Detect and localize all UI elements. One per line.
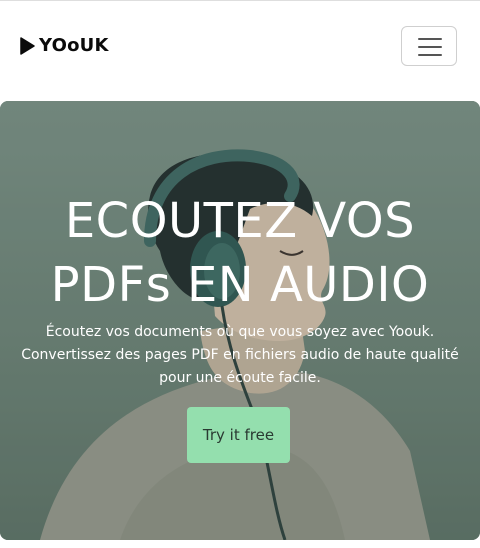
navbar: YOoUK [0, 1, 480, 101]
hamburger-bar [418, 54, 442, 56]
hero-title-line-2: PDFs EN AUDIO [50, 257, 430, 313]
brand-link[interactable]: YOoUK [20, 36, 109, 56]
menu-toggle-button[interactable] [401, 26, 457, 66]
try-it-free-button[interactable]: Try it free [187, 407, 290, 463]
hamburger-bar [418, 38, 442, 40]
play-triangle-icon [20, 37, 35, 55]
hamburger-bar [418, 46, 442, 48]
hero-title: ECOUTEZ VOS PDFs EN AUDIO [0, 189, 480, 317]
brand-name: YOoUK [39, 35, 109, 56]
hero-subtitle: Écoutez vos documents où que vous soyez … [21, 324, 459, 386]
hero-section: ECOUTEZ VOS PDFs EN AUDIO Écoutez vos do… [0, 101, 480, 540]
hero-title-line-1: ECOUTEZ VOS [64, 193, 416, 249]
